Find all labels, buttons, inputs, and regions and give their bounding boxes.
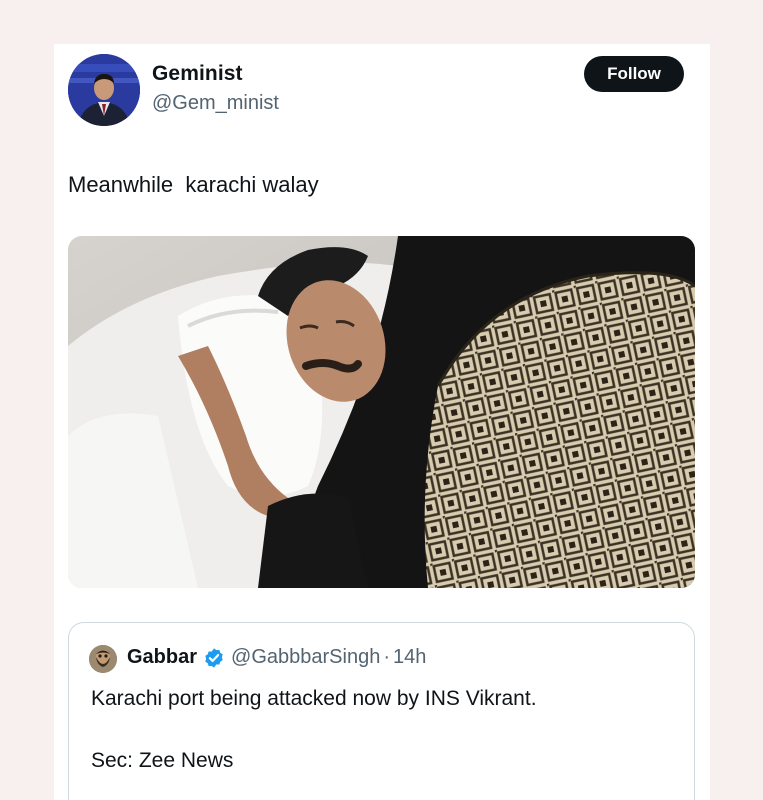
separator-dot: · [383,646,390,668]
follow-button[interactable]: Follow [584,56,684,92]
quoted-tweet-timestamp[interactable]: 14h [393,646,426,669]
quoted-author-avatar[interactable] [89,645,117,673]
quoted-tweet-header: Gabbar @GabbbarSingh · 14h [127,646,426,669]
tweet-card: Geminist @Gem_minist Follow Meanwhile ka… [54,44,710,800]
tweet-text: Meanwhile karachi walay [68,172,319,197]
author-handle[interactable]: @Gem_minist [152,92,279,115]
sleeping-man-photo-icon [68,236,695,588]
bearded-man-avatar-icon [89,645,117,673]
verified-badge-icon [205,647,223,668]
quoted-author-display-name[interactable]: Gabbar [127,646,197,669]
tweet-media[interactable] [68,236,695,588]
quoted-author-handle[interactable]: @GabbbarSingh [231,646,380,669]
author-avatar[interactable] [68,54,140,126]
author-display-name[interactable]: Geminist [152,62,243,86]
news-anchor-avatar-icon [68,54,140,126]
quoted-tweet-source: Sec: Zee News [91,749,234,772]
quoted-tweet[interactable]: Gabbar @GabbbarSingh · 14h Karachi port … [68,622,695,800]
quoted-tweet-text: Karachi port being attacked now by INS V… [91,687,537,710]
